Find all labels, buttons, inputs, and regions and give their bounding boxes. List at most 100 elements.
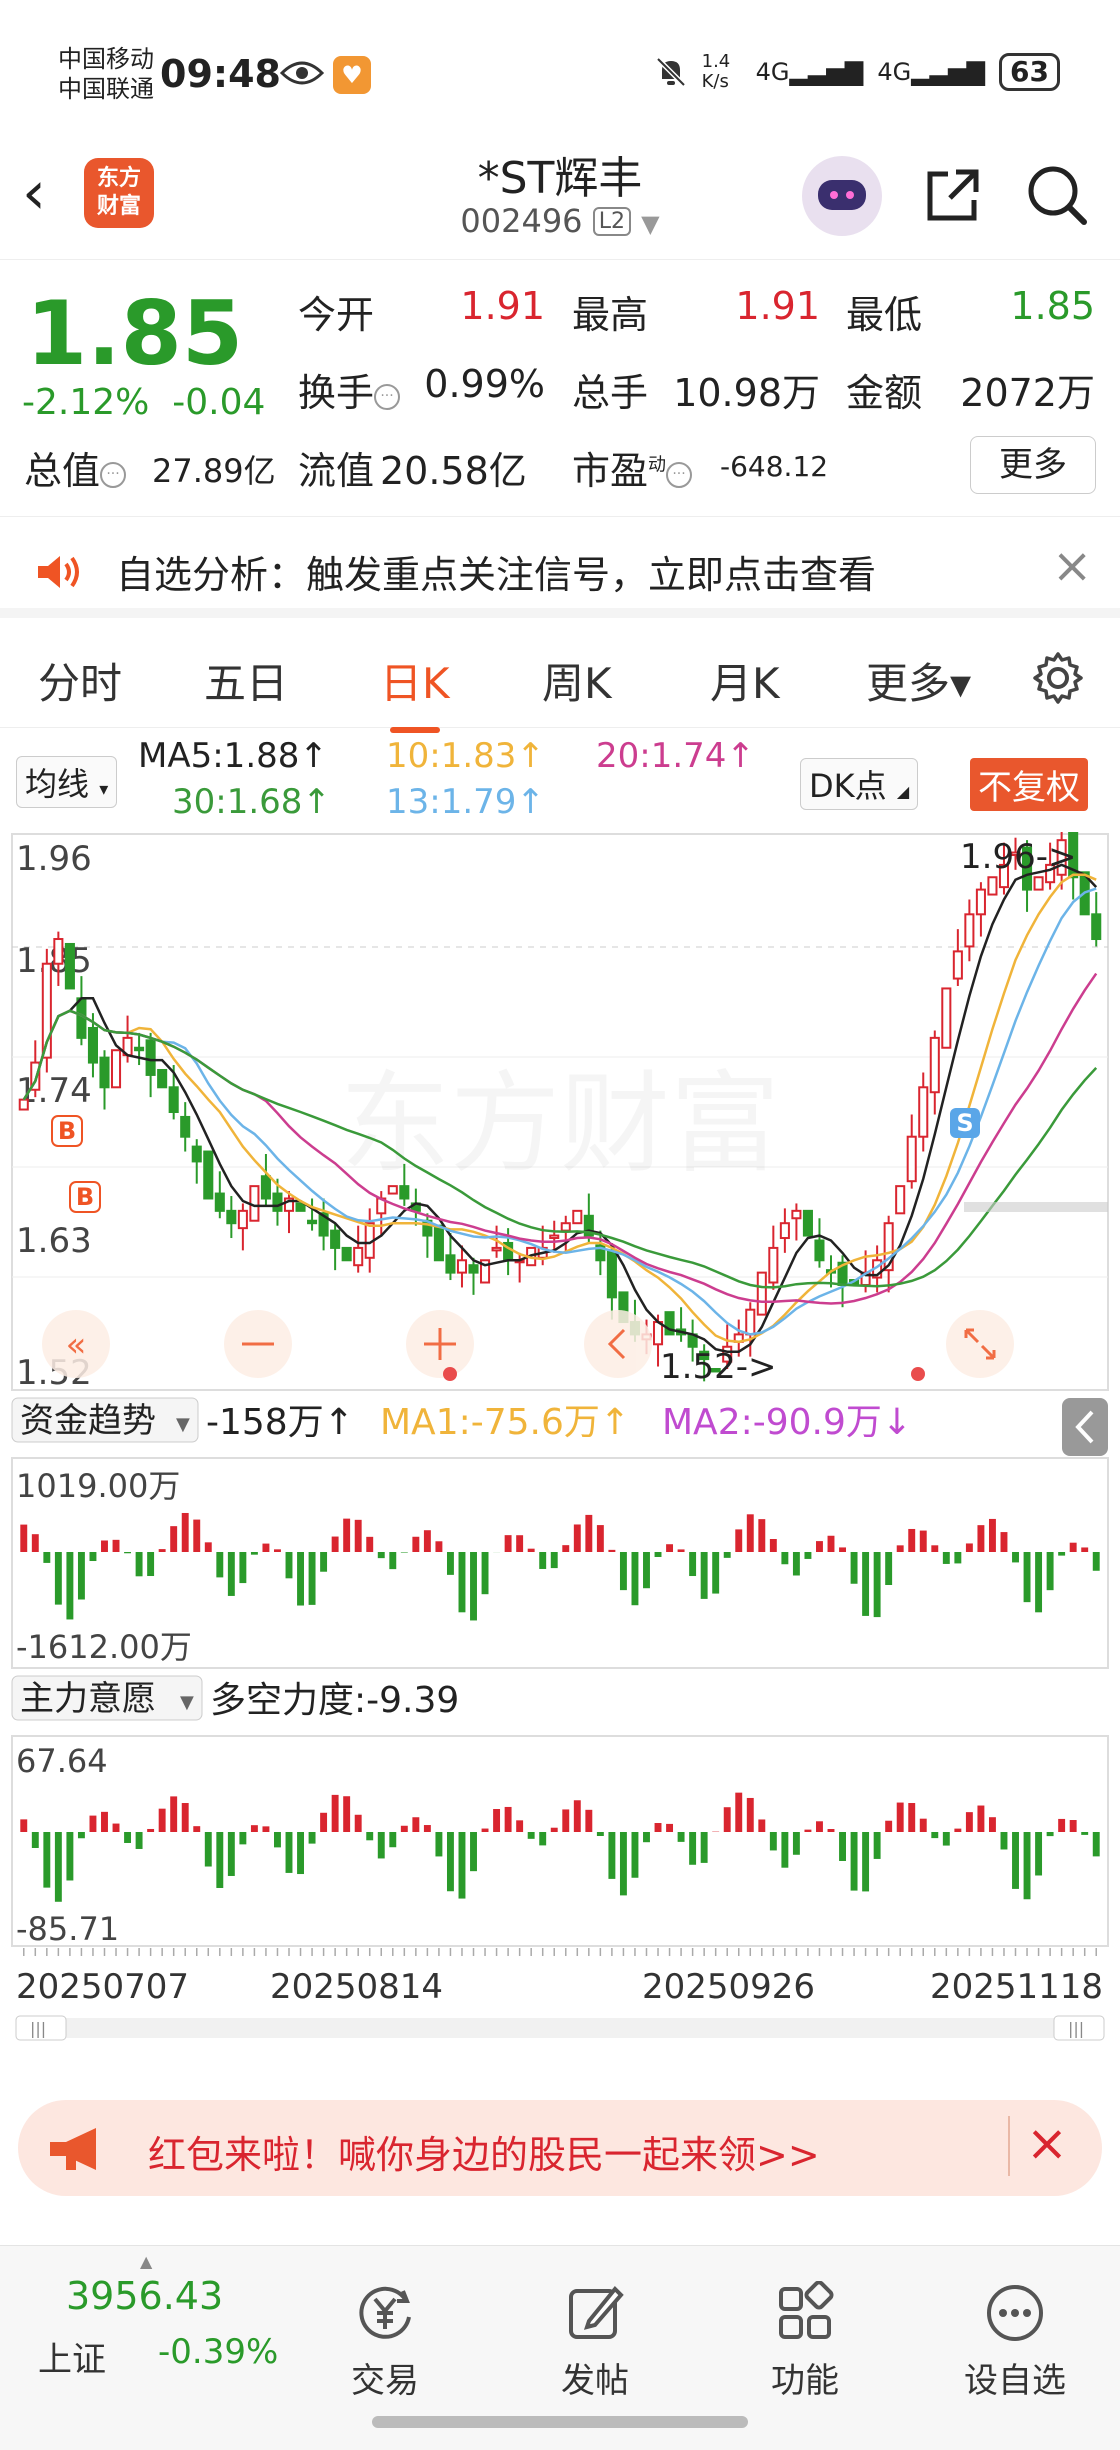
divider — [1008, 2116, 1010, 2176]
candle — [307, 1219, 318, 1225]
candle — [260, 1175, 271, 1200]
tab-monthly-k[interactable]: 月K — [710, 650, 780, 711]
indicator-bar — [320, 1812, 328, 1832]
candle — [560, 1222, 571, 1232]
indicator-bar — [43, 1832, 51, 1888]
candle — [941, 987, 952, 1049]
buy-mark-2-label: B — [76, 1183, 94, 1211]
yen-icon — [359, 2286, 411, 2339]
indicator-bar — [816, 1541, 823, 1552]
indicator-bar — [239, 1832, 247, 1845]
nav-trade[interactable]: 交易 — [310, 2281, 460, 2402]
candle — [387, 1185, 398, 1195]
candle — [987, 876, 998, 896]
tab-five-day[interactable]: 五日 — [204, 650, 288, 711]
pe-label-text: 市盈 — [572, 449, 649, 493]
indicator-bar — [608, 1832, 616, 1879]
tab-daily-k[interactable]: 日K — [380, 650, 450, 733]
indicator-bar — [54, 1552, 62, 1605]
indicator-bar — [147, 1828, 155, 1832]
level-badge: L2 — [592, 207, 631, 236]
info-icon[interactable]: ··· — [666, 462, 693, 488]
indicator-bar — [1092, 1552, 1100, 1571]
alert-text: 自选分析：触发重点关注信号，立即点击查看 — [116, 553, 877, 597]
indicator-bar — [331, 1536, 339, 1552]
fullscreen-button[interactable] — [946, 1310, 1014, 1378]
ai-assistant-icon[interactable] — [802, 156, 882, 236]
clock: 09:48 — [160, 52, 281, 96]
indicator-bar — [827, 1535, 835, 1552]
indicator-bar — [354, 1814, 362, 1832]
info-icon[interactable]: ··· — [374, 384, 401, 410]
indicator-bar — [493, 1809, 501, 1832]
grid-icon — [779, 2281, 834, 2339]
candle — [1091, 913, 1102, 941]
collapse-button[interactable] — [1062, 1398, 1108, 1456]
indicator-bar — [227, 1552, 235, 1596]
nav-functions-label: 功能 — [771, 2361, 839, 2401]
indicator-bar — [124, 1832, 132, 1843]
indicator-bar — [735, 1792, 743, 1832]
candle — [226, 1209, 237, 1225]
indicator-bar — [181, 1512, 189, 1552]
dk-select[interactable]: DK点 ◢ — [800, 758, 919, 810]
indicator-bar — [193, 1519, 201, 1552]
candle — [802, 1209, 813, 1237]
more-button[interactable]: 更多 — [970, 436, 1096, 494]
pe-value: -648.12 — [720, 450, 829, 483]
tab-weekly-k[interactable]: 周K — [542, 650, 612, 711]
indicator-bar — [965, 1543, 973, 1552]
index-value[interactable]: 3956.43 — [66, 2274, 223, 2318]
indicator-bar — [654, 1823, 662, 1832]
indicator-bar — [643, 1832, 650, 1843]
nav-add-watchlist[interactable]: 设自选 — [940, 2281, 1090, 2402]
chart-scrollbar[interactable] — [16, 2018, 1104, 2038]
indicator-bar — [885, 1820, 893, 1832]
candle — [964, 913, 975, 948]
indicator-bar — [596, 1832, 604, 1836]
close-icon[interactable]: × — [1026, 2114, 1068, 2172]
candle — [756, 1271, 767, 1316]
adjust-toggle[interactable]: 不复权 — [970, 758, 1088, 811]
indicator-bar — [20, 1524, 28, 1552]
indicator-bar — [320, 1552, 328, 1572]
indicator-bar — [274, 1549, 281, 1552]
candle — [906, 1135, 917, 1183]
grip-icon: ||| — [30, 2019, 46, 2038]
sell-mark-label: S — [956, 1109, 973, 1137]
indicator-bar — [412, 1536, 420, 1552]
indicator-bar — [170, 1526, 178, 1552]
indicator-bar — [562, 1809, 570, 1832]
stock-header: ‹ 东方 财富 *ST辉丰 002496 L2 ▼ — [0, 140, 1120, 260]
nav-functions[interactable]: 功能 — [730, 2281, 880, 2402]
ma-select[interactable]: 均线 ▾ — [16, 756, 118, 808]
status-bar: 中国移动 中国联通 09:48 ♥ 1.4 K/s 4G▂▃▅▇ 4G▂▃▅▇ … — [0, 0, 1120, 140]
candle — [652, 1321, 664, 1346]
rewind-icon: « — [66, 1325, 87, 1365]
battery-indicator: 63 — [999, 53, 1060, 91]
share-icon[interactable] — [920, 164, 984, 228]
indicator-bar — [1058, 1552, 1066, 1556]
search-icon[interactable] — [1024, 162, 1090, 228]
indicator-bar — [262, 1543, 270, 1552]
prev-button[interactable] — [584, 1310, 652, 1378]
analysis-alert[interactable]: 自选分析：触发重点关注信号，立即点击查看 × — [0, 518, 1120, 618]
gear-icon[interactable] — [1030, 650, 1086, 706]
indicator-bar — [666, 1544, 674, 1552]
indicator-bar — [988, 1817, 996, 1832]
fund-select-label: 资金趋势 — [20, 1401, 156, 1441]
tab-more[interactable]: 更多▾ — [866, 650, 971, 711]
nav-post[interactable]: 发帖 — [520, 2281, 670, 2402]
indicator-bar — [158, 1549, 166, 1552]
indicator-bar — [504, 1806, 512, 1832]
redpacket-banner[interactable]: 红包来啦！喊你身边的股民一起来领>> × — [18, 2100, 1102, 2196]
indicator-bar — [66, 1552, 74, 1620]
tab-intraday[interactable]: 分时 — [38, 650, 122, 711]
close-icon[interactable]: × — [1052, 538, 1092, 594]
date-label-1: 20250707 — [16, 1967, 189, 2007]
indicator-bar — [458, 1832, 466, 1899]
info-icon[interactable]: ··· — [100, 462, 127, 488]
indicator-bar — [792, 1832, 800, 1855]
kline-chart[interactable]: 东方财富 1.96 1.85 1.74 1.63 1.52 1.96-> 1.5… — [0, 832, 1120, 2042]
indicator-bar — [135, 1552, 143, 1577]
